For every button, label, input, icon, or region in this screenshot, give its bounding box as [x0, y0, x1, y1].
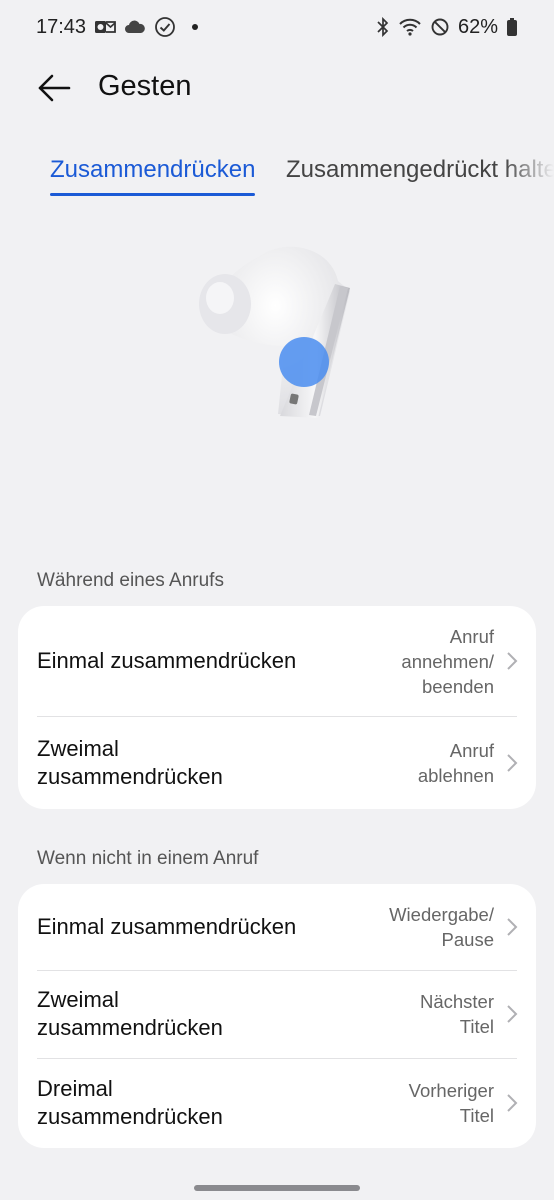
row-value: Nächster Titel: [419, 991, 494, 1037]
card-not-in-call: Einmal zusammendrücken Wiedergabe/ Pause…: [18, 884, 536, 1148]
section-header-call: Während eines Anrufs: [37, 570, 224, 591]
row-single-squeeze-call[interactable]: Einmal zusammendrücken Anruf annehmen/ b…: [18, 606, 536, 716]
tab-zusammendruecken[interactable]: Zusammendrücken: [50, 156, 256, 196]
tab-fade-overlay: [504, 150, 554, 200]
chevron-right-icon: [507, 753, 518, 772]
row-value: Anruf annehmen/ beenden: [401, 625, 494, 697]
row-double-squeeze[interactable]: Zweimal zusammendrücken Nächster Titel: [18, 970, 536, 1058]
chevron-right-icon: [507, 1094, 518, 1112]
row-label: Einmal zusammendrücken: [37, 914, 297, 939]
squeeze-area-highlight: [279, 337, 329, 387]
battery-icon: [507, 18, 517, 36]
chevron-right-icon: [507, 918, 518, 936]
row-label: Dreimal zusammendrücken: [37, 1076, 223, 1129]
gesture-navigation-handle[interactable]: [194, 1185, 360, 1191]
notification-dot-icon: [192, 24, 199, 30]
earbud-illustration: [199, 246, 350, 418]
battery-percent: 62%: [457, 15, 498, 38]
bluetooth-icon: [377, 17, 389, 37]
row-value: Vorheriger Titel: [408, 1080, 494, 1126]
chevron-right-icon: [507, 1005, 518, 1023]
row-right: Vorheriger Titel: [384, 1078, 518, 1128]
status-right: 62%: [376, 16, 518, 39]
back-button[interactable]: [34, 68, 74, 108]
row-right: Anruf ablehnen: [394, 738, 518, 788]
app-bar: Gesten: [0, 60, 554, 114]
status-bar: 17:43 62%: [0, 0, 554, 54]
row-label: Zweimal zusammendrücken: [37, 987, 223, 1040]
chevron-right-icon: [507, 652, 518, 670]
row-right: Anruf annehmen/ beenden: [374, 624, 518, 699]
check-circle-icon: [155, 17, 175, 37]
card-during-call: Einmal zusammendrücken Anruf annehmen/ b…: [18, 606, 536, 809]
tab-bar: Zusammendrücken Zusammengedrückt halten: [0, 150, 554, 200]
row-value: Anruf ablehnen: [417, 739, 494, 786]
section-header-not-in-call: Wenn nicht in einem Anruf: [37, 848, 259, 869]
row-label: Einmal zusammendrücken: [37, 648, 297, 673]
row-value: Wiedergabe/ Pause: [389, 904, 494, 950]
row-triple-squeeze[interactable]: Dreimal zusammendrücken Vorheriger Titel: [18, 1058, 536, 1148]
row-double-squeeze-call[interactable]: Zweimal zusammendrücken Anruf ablehnen: [18, 716, 536, 809]
row-label: Zweimal zusammendrücken: [37, 735, 223, 789]
arrow-left-icon: [38, 74, 71, 102]
status-time: 17:43: [36, 15, 87, 38]
page-title: Gesten: [98, 70, 192, 102]
row-right: Nächster Titel: [394, 989, 518, 1039]
row-right: Wiedergabe/ Pause: [364, 902, 518, 952]
status-left: 17:43: [36, 15, 199, 39]
row-single-squeeze[interactable]: Einmal zusammendrücken Wiedergabe/ Pause: [18, 884, 536, 970]
cloud-icon: [125, 20, 145, 33]
outlook-icon: [95, 21, 116, 33]
do-not-disturb-icon: [431, 18, 449, 36]
wifi-icon: [399, 18, 421, 36]
